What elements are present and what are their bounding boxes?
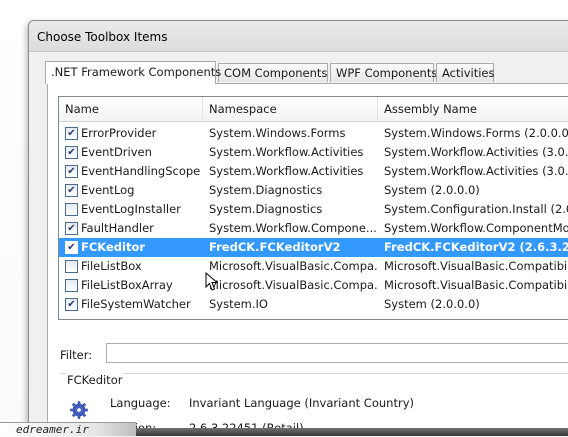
table-row[interactable]: ✔ EventLog System.Diagnostics System (2.…	[59, 181, 568, 200]
tab-panel: Name Namespace Assembly Name ✔ ErrorProv…	[47, 83, 568, 431]
watermark: edreamer.ir	[0, 422, 136, 436]
row-namespace: System.Windows.Forms	[209, 126, 346, 140]
details-group-divider	[60, 373, 568, 374]
language-label: Language:	[110, 396, 171, 410]
table-row[interactable]: EventLogInstaller System.Diagnostics Sys…	[59, 200, 568, 219]
table-row-selected[interactable]: ✔ FCKeditor FredCK.FCKeditorV2 FredCK.FC…	[59, 238, 568, 257]
filter-input[interactable]	[106, 343, 568, 363]
row-checkbox[interactable]	[65, 260, 78, 273]
tab-wpf-components[interactable]: WPF Components	[330, 63, 437, 82]
table-row[interactable]: ✔ ErrorProvider System.Windows.Forms Sys…	[59, 124, 568, 143]
row-name: EventLog	[81, 183, 135, 197]
row-name: FileListBox	[81, 259, 142, 273]
row-namespace: System.Workflow.Activities	[209, 164, 364, 178]
row-checkbox[interactable]	[65, 203, 78, 216]
row-namespace: Microsoft.VisualBasic.Compa...	[209, 278, 377, 292]
row-name: FCKeditor	[81, 240, 146, 254]
row-assembly: FredCK.FCKeditorV2 (2.6.3.22451)	[384, 240, 568, 254]
row-checkbox[interactable]: ✔	[65, 222, 78, 235]
table-row[interactable]: ✔ FileSystemWatcher System.IO System (2.…	[59, 295, 568, 314]
row-name: FileListBoxArray	[81, 278, 173, 292]
tab-com-components[interactable]: COM Components	[218, 63, 328, 82]
watermark-strip	[136, 428, 568, 436]
row-assembly: System.Configuration.Install (2.0.0.0)	[384, 202, 568, 216]
row-assembly: Microsoft.VisualBasic.Compatibility	[384, 278, 568, 292]
table-row[interactable]: ✔ EventDriven System.Workflow.Activities…	[59, 143, 568, 162]
title-bar[interactable]: Choose Toolbox Items	[29, 21, 568, 52]
details-group-title: FCKeditor	[66, 373, 124, 387]
row-assembly: System.Workflow.Activities (3.0.0.0)	[384, 145, 568, 159]
row-name: FaultHandler	[81, 221, 154, 235]
list-header: Name Namespace Assembly Name	[59, 97, 568, 122]
row-assembly: System (2.0.0.0)	[384, 183, 480, 197]
row-name: ErrorProvider	[81, 126, 157, 140]
row-namespace: Microsoft.VisualBasic.Compa...	[209, 259, 377, 273]
row-namespace: System.Workflow.Activities	[209, 145, 364, 159]
tab-net-framework-components[interactable]: .NET Framework Components	[45, 61, 221, 84]
column-header-namespace[interactable]: Namespace	[203, 97, 378, 121]
table-row[interactable]: ✔ EventHandlingScope System.Workflow.Act…	[59, 162, 568, 181]
row-namespace: System.Workflow.Compone...	[209, 221, 377, 235]
row-namespace: System.Diagnostics	[209, 183, 323, 197]
row-name: EventHandlingScope	[81, 164, 201, 178]
language-value: Invariant Language (Invariant Country)	[189, 396, 414, 410]
table-row[interactable]: ✔ FaultHandler System.Workflow.Compone..…	[59, 219, 568, 238]
row-assembly: System (2.0.0.0)	[384, 297, 480, 311]
window-title: Choose Toolbox Items	[37, 30, 168, 44]
row-assembly: System.Windows.Forms (2.0.0.0)	[384, 126, 568, 140]
column-header-assembly-name[interactable]: Assembly Name	[378, 97, 568, 121]
row-checkbox[interactable]: ✔	[65, 127, 78, 140]
row-checkbox[interactable]	[65, 279, 78, 292]
row-assembly: System.Workflow.Activities (3.0.0.0)	[384, 164, 568, 178]
row-checkbox[interactable]: ✔	[65, 146, 78, 159]
row-checkbox[interactable]: ✔	[65, 184, 78, 197]
mouse-pointer-icon	[205, 272, 219, 291]
tab-activities[interactable]: Activities	[436, 63, 494, 82]
row-namespace: FredCK.FCKeditorV2	[209, 240, 341, 254]
table-row[interactable]: FileListBoxArray Microsoft.VisualBasic.C…	[59, 276, 568, 295]
row-name: EventDriven	[81, 145, 152, 159]
filter-label: Filter:	[60, 348, 93, 362]
row-checkbox[interactable]: ✔	[65, 241, 78, 254]
row-checkbox[interactable]: ✔	[65, 165, 78, 178]
components-list[interactable]: Name Namespace Assembly Name ✔ ErrorProv…	[58, 96, 568, 320]
table-row[interactable]: FileListBox Microsoft.VisualBasic.Compa.…	[59, 257, 568, 276]
row-name: EventLogInstaller	[81, 202, 181, 216]
row-namespace: System.Diagnostics	[209, 202, 323, 216]
row-assembly: Microsoft.VisualBasic.Compatibility	[384, 259, 568, 273]
column-header-name[interactable]: Name	[59, 97, 203, 121]
row-namespace: System.IO	[209, 297, 268, 311]
row-assembly: System.Workflow.ComponentModel	[384, 221, 568, 235]
gear-icon	[70, 401, 88, 419]
choose-toolbox-items-dialog: Choose Toolbox Items .NET Framework Comp…	[28, 20, 568, 432]
row-name: FileSystemWatcher	[81, 297, 191, 311]
row-checkbox[interactable]: ✔	[65, 298, 78, 311]
